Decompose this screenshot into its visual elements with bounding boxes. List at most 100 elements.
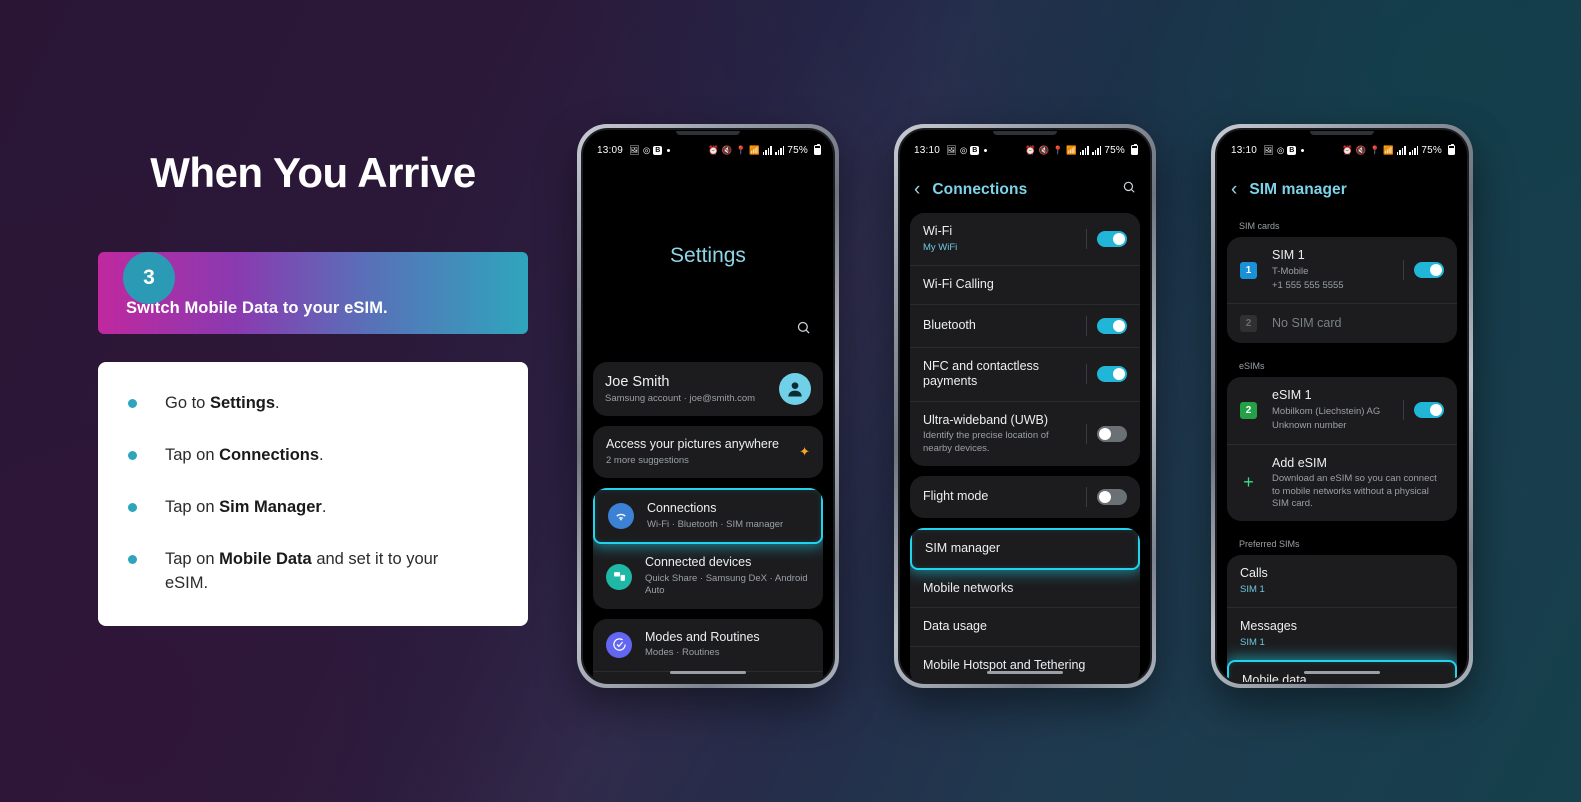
list-item-sim1[interactable]: 1 SIM 1 T-Mobile +1 555 555 5555 — [1227, 237, 1457, 303]
gesture-bar[interactable] — [1304, 671, 1380, 674]
add-esim-button[interactable]: + Add eSIM Download an eSIM so you can c… — [1227, 443, 1457, 522]
bullet-pre: Go to — [165, 394, 210, 413]
suggestion-sub: 2 more suggestions — [606, 455, 689, 467]
back-icon[interactable]: ‹ — [914, 180, 920, 199]
sidebar-item-label: Modes and Routines — [645, 629, 760, 644]
list-item-label: SIM 1 — [1272, 248, 1305, 262]
sidebar-item-connections[interactable]: Connections Wi-Fi · Bluetooth · SIM mana… — [593, 488, 823, 545]
list-item-messages[interactable]: Messages SIM 1 — [1227, 607, 1457, 660]
phone-notch — [676, 131, 740, 135]
divider — [1086, 228, 1087, 249]
account-sub: Samsung account · joe@smith.com — [605, 393, 756, 405]
list-item-wifi[interactable]: Wi-Fi My WiFi — [910, 213, 1140, 265]
signal-bars-2-icon — [1409, 145, 1419, 155]
list-item-flight-mode[interactable]: Flight mode — [910, 476, 1140, 518]
list-item-sim-manager[interactable]: SIM manager — [910, 528, 1140, 570]
wifi-calling-text: Wi-Fi Calling — [923, 277, 1127, 293]
connections-text: Connections Wi-Fi · Bluetooth · SIM mana… — [647, 501, 808, 531]
esim1-toggle[interactable] — [1414, 402, 1444, 419]
list-item-label: Wi-Fi — [923, 224, 953, 238]
sidebar-item-label: Connected devices — [645, 555, 752, 570]
search-icon[interactable] — [1122, 180, 1136, 199]
mobile-data-text: Mobile data SIM 1 — [1242, 673, 1442, 682]
whatsapp-icon: ◎ — [642, 144, 651, 155]
list-item-label: Messages — [1240, 619, 1297, 634]
messages-text: Messages SIM 1 — [1240, 619, 1444, 649]
phone-mockup-sim-manager: 13:10 🖼 ◎ B ⏰ 🔇 📍 📶 75% ‹ SIM manager SI… — [1211, 124, 1473, 688]
sim-manager-screen: ‹ SIM manager SIM cards 1 SIM 1 T-Mobile… — [1217, 162, 1467, 682]
app-bar: ‹ Connections — [900, 162, 1150, 213]
signal-bars-1-icon — [1079, 145, 1089, 155]
list-item: Go to Settings. — [128, 392, 502, 416]
list-item-nfc[interactable]: NFC and contactless payments — [910, 346, 1140, 401]
list-item-mobile-networks[interactable]: Mobile networks — [910, 570, 1140, 608]
bullet-bold: Settings — [209, 394, 276, 413]
list-item-uwb[interactable]: Ultra-wideband (UWB) Identify the precis… — [910, 400, 1140, 466]
location-icon: 📍 — [1052, 144, 1064, 155]
divider — [1086, 487, 1087, 508]
list-item-hotspot-tethering[interactable]: Mobile Hotspot and Tethering — [910, 646, 1140, 682]
uwb-toggle[interactable] — [1097, 426, 1127, 442]
divider — [1086, 364, 1087, 385]
phone-notch — [1310, 131, 1374, 135]
sim1-carrier: T-Mobile — [1272, 265, 1309, 277]
bullet-bold: Connections — [219, 446, 320, 465]
list-item-data-usage[interactable]: Data usage — [910, 607, 1140, 646]
esims-group: 2 eSIM 1 Mobilkom (Liechstein) AG Unknow… — [1227, 377, 1457, 522]
flight-mode-toggle[interactable] — [1097, 489, 1127, 506]
step-header: 3 Switch Mobile Data to your eSIM. — [98, 252, 528, 335]
sim1-text: SIM 1 T-Mobile +1 555 555 5555 — [1272, 248, 1395, 292]
suggestion-row[interactable]: Access your pictures anywhere 2 more sug… — [593, 426, 823, 478]
list-item-label: Mobile networks — [923, 580, 1014, 595]
connected-devices-text: Connected devices Quick Share · Samsung … — [645, 555, 810, 597]
account-card[interactable]: Joe Smith Samsung account · joe@smith.co… — [593, 362, 823, 417]
sidebar-item-connected-devices[interactable]: Connected devices Quick Share · Samsung … — [593, 544, 823, 608]
suggestion-text: Access your pictures anywhere 2 more sug… — [606, 437, 799, 467]
section-label-esims: eSIMs — [1239, 361, 1265, 372]
bullet-dot-icon — [128, 399, 137, 409]
section-label-preferred-sims: Preferred SIMs — [1239, 539, 1300, 550]
flight-mode-text: Flight mode — [923, 489, 1078, 505]
list-item-bluetooth[interactable]: Bluetooth — [910, 303, 1140, 347]
list-item: Tap on Connections. — [128, 444, 502, 468]
status-bar: 13:10 🖼 ◎ B ⏰ 🔇 📍 📶 75% — [900, 138, 1150, 162]
sim1-toggle[interactable] — [1414, 262, 1444, 279]
nfc-toggle[interactable] — [1097, 366, 1127, 383]
avatar[interactable] — [779, 373, 811, 406]
list-item-wifi-calling[interactable]: Wi-Fi Calling — [910, 264, 1140, 304]
left-instruction-panel: When You Arrive 3 Switch Mobile Data to … — [98, 149, 528, 626]
calls-text: Calls SIM 1 — [1240, 566, 1444, 596]
step-number-badge: 3 — [123, 252, 175, 305]
list-item-label: Wi-Fi Calling — [923, 276, 994, 291]
bluetooth-toggle[interactable] — [1097, 317, 1127, 334]
wifi-toggle[interactable] — [1097, 230, 1127, 247]
account-text: Joe Smith Samsung account · joe@smith.co… — [605, 373, 779, 405]
bullet-bold: Sim Manager — [219, 498, 322, 517]
list-item-label: SIM manager — [925, 541, 1001, 556]
more-notifications-dot-icon — [667, 148, 671, 152]
list-item-calls[interactable]: Calls SIM 1 — [1227, 555, 1457, 607]
uwb-text: Ultra-wideband (UWB) Identify the precis… — [923, 413, 1078, 455]
screen-title: Settings — [670, 244, 746, 267]
list-item-sub: SIM 1 — [1240, 636, 1265, 648]
back-icon[interactable]: ‹ — [1231, 180, 1237, 199]
list-item-label: Calls — [1240, 566, 1268, 581]
battery-icon — [814, 143, 821, 155]
connections-group-3: SIM manager Mobile networks Data usage M… — [910, 528, 1140, 682]
list-item-esim1[interactable]: 2 eSIM 1 Mobilkom (Liechstein) AG Unknow… — [1227, 377, 1457, 443]
alarm-icon: ⏰ — [1342, 144, 1353, 155]
account-row[interactable]: Joe Smith Samsung account · joe@smith.co… — [593, 362, 823, 416]
gesture-bar[interactable] — [987, 671, 1063, 674]
suggestion-card[interactable]: Access your pictures anywhere 2 more sug… — [593, 426, 823, 479]
sidebar-item-modes-routines[interactable]: Modes and Routines Modes · Routines — [593, 619, 823, 671]
bullet-post: . — [321, 498, 327, 517]
gesture-bar[interactable] — [670, 671, 746, 674]
sidebar-item-sub: Modes · Routines — [645, 647, 720, 659]
divider — [1086, 424, 1087, 444]
status-bar: 13:09 🖼 ◎ B ⏰ 🔇 📍 📶 75% — [583, 138, 833, 162]
app-bar: ‹ SIM manager — [1217, 162, 1467, 213]
location-icon: 📍 — [1369, 144, 1381, 155]
nfc-text: NFC and contactless payments — [923, 359, 1078, 390]
search-icon[interactable] — [796, 320, 811, 340]
no-sim-text: No SIM card — [1272, 316, 1444, 332]
